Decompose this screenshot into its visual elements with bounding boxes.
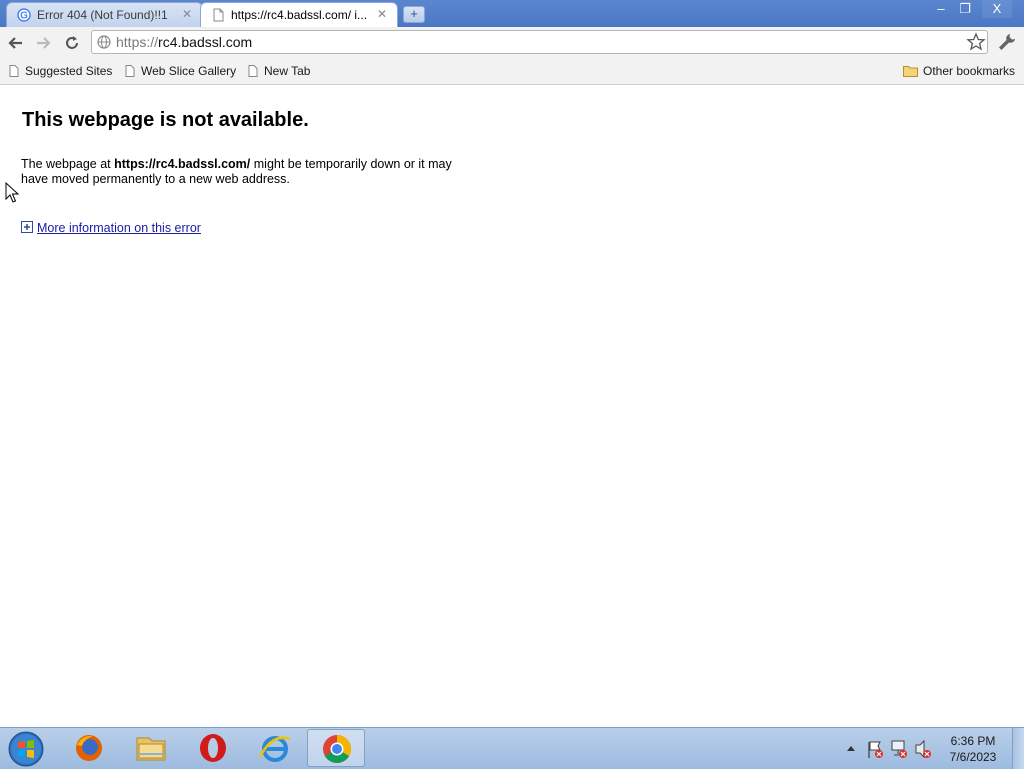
taskbar-chrome[interactable]: [307, 729, 365, 767]
network-icon[interactable]: [890, 728, 908, 769]
page-icon: [213, 8, 224, 22]
taskbar-internet-explorer[interactable]: [246, 729, 304, 767]
address-bar[interactable]: https://rc4.badssl.com: [91, 30, 988, 54]
page-icon: [248, 65, 258, 77]
bookmark-suggested-sites[interactable]: Suggested Sites: [9, 64, 112, 78]
system-clock[interactable]: 6:36 PM 7/6/2023: [938, 733, 1008, 765]
back-button[interactable]: [4, 31, 28, 55]
forward-arrow-icon: [37, 37, 51, 49]
volume-muted-icon[interactable]: [914, 728, 932, 769]
tab-strip: G Error 404 (Not Found)!!1 ✕ https://rc4…: [0, 0, 1024, 27]
tab-close-icon[interactable]: ✕: [377, 7, 387, 21]
tab-title: Error 404 (Not Found)!!1: [37, 8, 168, 22]
opera-icon: [200, 734, 226, 762]
more-info-link[interactable]: More information on this error: [37, 221, 201, 235]
minimize-button[interactable]: –: [928, 0, 954, 18]
other-bookmarks-folder[interactable]: Other bookmarks: [903, 64, 1015, 78]
bookmark-web-slice-gallery[interactable]: Web Slice Gallery: [125, 64, 236, 78]
forward-button[interactable]: [31, 31, 55, 55]
folder-icon: [903, 66, 918, 77]
firefox-icon: [76, 735, 102, 761]
file-explorer-icon: [136, 737, 166, 761]
tab-title: https://rc4.badssl.com/ i...: [231, 8, 368, 22]
error-description: The webpage at https://rc4.badssl.com/ m…: [21, 157, 452, 186]
action-center-flag-icon[interactable]: [866, 728, 884, 769]
page-content: This webpage is not available. The webpa…: [0, 85, 1024, 727]
close-window-button[interactable]: X: [982, 0, 1012, 18]
bookmarks-bar: Suggested Sites Web Slice Gallery New Ta…: [0, 58, 1024, 85]
error-heading: This webpage is not available.: [22, 109, 309, 131]
show-hidden-icons-icon[interactable]: [844, 728, 858, 769]
tab-error-404[interactable]: G Error 404 (Not Found)!!1 ✕: [6, 2, 203, 27]
taskbar-explorer[interactable]: [122, 729, 180, 767]
tab-close-icon[interactable]: ✕: [182, 7, 192, 21]
taskbar-opera[interactable]: [184, 729, 242, 767]
more-info-row: More information on this error: [21, 220, 201, 235]
bookmark-star-icon[interactable]: [966, 32, 986, 52]
tab-rc4-badssl[interactable]: https://rc4.badssl.com/ i... ✕: [200, 2, 398, 27]
clock-date: 7/6/2023: [949, 750, 997, 764]
mouse-cursor-icon: [5, 182, 19, 203]
taskbar-firefox[interactable]: [60, 729, 118, 767]
taskbar: 6:36 PM 7/6/2023: [0, 727, 1024, 769]
page-icon: [9, 65, 19, 77]
back-arrow-icon: [8, 37, 22, 49]
clock-time: 6:36 PM: [950, 734, 996, 748]
expand-plus-icon[interactable]: [21, 221, 33, 233]
error-url: https://rc4.badssl.com/: [114, 157, 251, 171]
show-desktop-button[interactable]: [1012, 728, 1024, 769]
reload-icon: [66, 36, 78, 49]
chrome-icon: [323, 735, 351, 763]
svg-text:G: G: [20, 11, 28, 22]
google-icon: G: [17, 8, 31, 22]
maximize-button[interactable]: ❐: [952, 0, 978, 18]
wrench-menu-icon[interactable]: [996, 31, 1018, 53]
internet-explorer-icon: [258, 736, 291, 762]
windows-start-icon[interactable]: [7, 730, 45, 768]
bookmark-new-tab[interactable]: New Tab: [248, 64, 310, 78]
globe-icon: [97, 35, 111, 49]
new-tab-button[interactable]: +: [403, 6, 425, 23]
page-icon: [125, 65, 135, 77]
reload-button[interactable]: [60, 31, 84, 55]
url-text: https://rc4.badssl.com: [116, 34, 253, 50]
